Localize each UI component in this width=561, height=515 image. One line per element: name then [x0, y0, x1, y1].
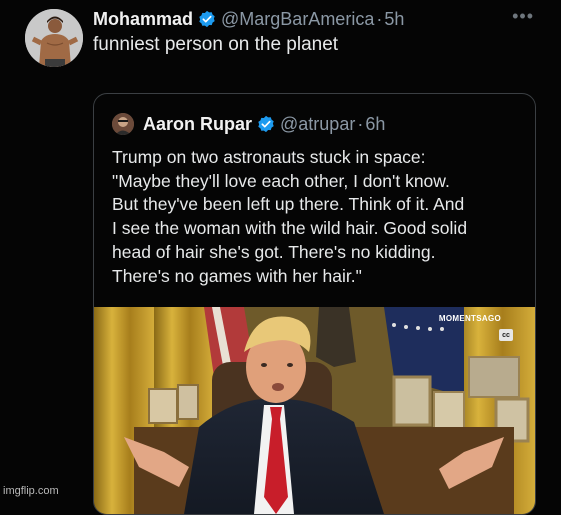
video-thumbnail[interactable]: MOMENTSAGO cc [94, 307, 535, 514]
captions-button[interactable]: cc [499, 329, 513, 341]
quoted-author-name[interactable]: Aaron Rupar [143, 114, 252, 135]
separator-dot: · [376, 8, 383, 29]
author-handle[interactable]: @MargBarAmerica [221, 9, 374, 30]
quoted-author-handle[interactable]: @atrupar [280, 114, 355, 135]
avatar-photo [25, 9, 83, 67]
quoted-text-line: But they've been left up there. Think of… [112, 194, 465, 215]
quoted-avatar-photo [112, 113, 134, 135]
oval-office-scene [94, 307, 535, 514]
quoted-text-line: I see the woman with the wild hair. Good… [112, 218, 468, 239]
tweet-timestamp[interactable]: 5h [384, 9, 404, 30]
quoted-tweet-timestamp[interactable]: 6h [365, 114, 385, 135]
quoted-text-line: There's no games with her hair." [112, 265, 362, 286]
quoted-text-line: head of hair she's got. There's no kiddi… [112, 241, 436, 262]
verified-badge-icon [199, 10, 215, 28]
tweet-text: funniest person on the planet [93, 34, 339, 55]
quoted-text-line: Trump on two astronauts stuck in space: [112, 147, 426, 167]
tweet-header: Mohammad @MargBarAmerica · 5h [93, 8, 541, 30]
quoted-author-avatar[interactable] [112, 113, 134, 135]
quoted-tweet-card[interactable]: Aaron Rupar @atrupar · 6h Trump on two a… [93, 93, 536, 515]
quoted-text-line: "Maybe they'll love each other, I don't … [112, 170, 450, 191]
more-options-icon[interactable]: ••• [512, 6, 534, 27]
site-watermark: imgflip.com [3, 485, 59, 497]
quoted-tweet-text: Trump on two astronauts stuck in space: … [112, 146, 532, 288]
quoted-tweet-header: Aaron Rupar @atrupar · 6h [112, 113, 385, 135]
author-avatar[interactable] [25, 9, 83, 67]
verified-badge-icon [258, 115, 274, 133]
separator-dot: · [357, 113, 364, 134]
author-name[interactable]: Mohammad [93, 9, 193, 30]
video-watermark: MOMENTSAGO [438, 314, 501, 323]
